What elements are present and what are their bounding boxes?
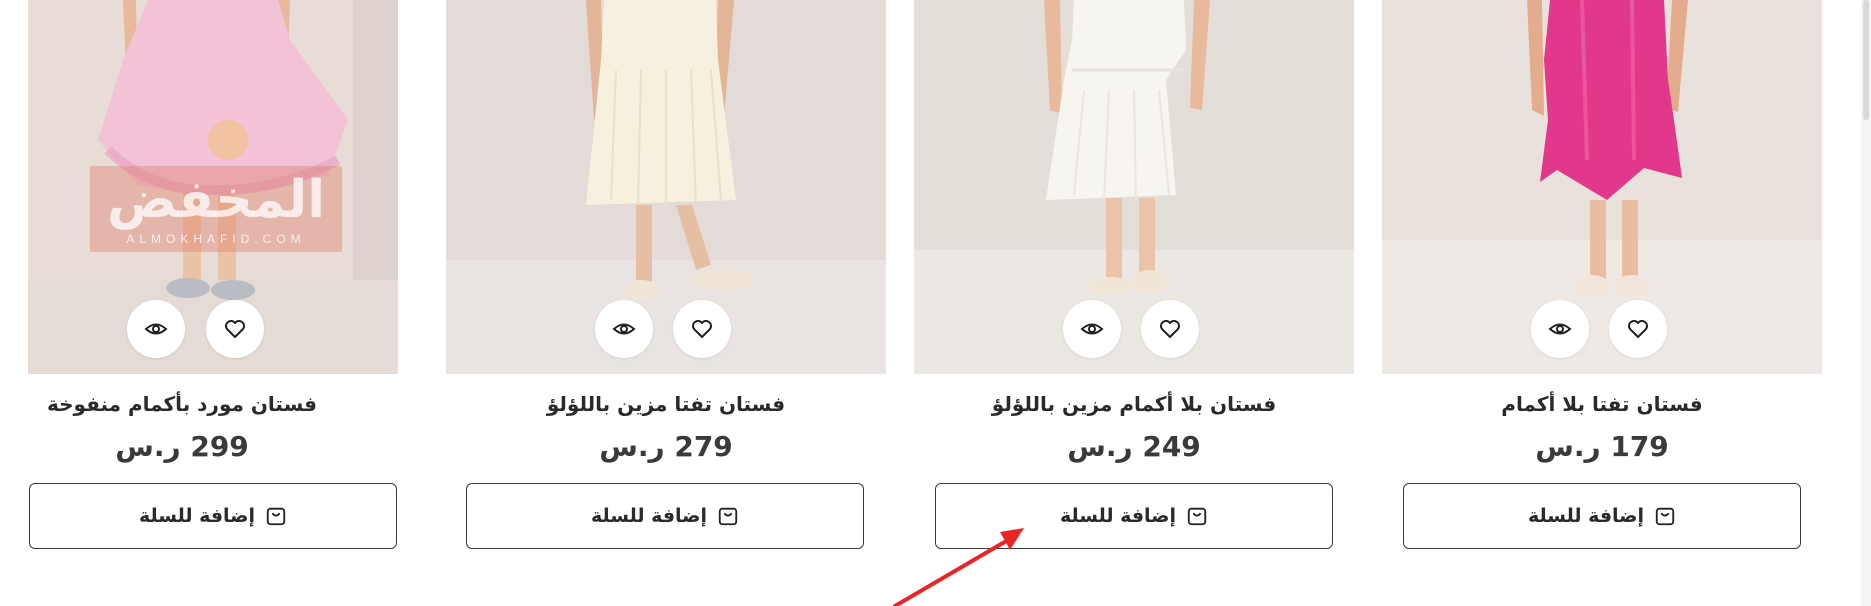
eye-icon bbox=[1080, 323, 1104, 335]
add-to-cart-label: إضافة للسلة bbox=[1059, 505, 1177, 527]
add-to-cart-label: إضافة للسلة bbox=[590, 505, 708, 527]
bag-icon bbox=[1655, 507, 1675, 526]
product-image[interactable] bbox=[446, 0, 886, 374]
heart-icon bbox=[1160, 320, 1180, 338]
product-card: فستان تفتا مزين باللؤلؤ 279 ر.س إضافة لل… bbox=[446, 0, 886, 560]
vertical-scrollbar[interactable] bbox=[1861, 0, 1871, 606]
product-title[interactable]: فستان بلا أكمام مزين باللؤلؤ bbox=[914, 392, 1354, 416]
watermark-subtext: ALMOKHAFID.COM bbox=[126, 232, 306, 246]
bag-icon bbox=[1187, 507, 1207, 526]
bag-icon bbox=[718, 507, 738, 526]
product-price: 299 ر.س bbox=[115, 430, 249, 463]
bag-icon bbox=[266, 507, 286, 526]
product-image[interactable] bbox=[914, 0, 1354, 374]
wishlist-button[interactable] bbox=[673, 300, 731, 358]
add-to-cart-button[interactable]: إضافة للسلة bbox=[29, 483, 397, 549]
eye-icon bbox=[144, 323, 168, 335]
wishlist-button[interactable] bbox=[1141, 300, 1199, 358]
wishlist-button[interactable] bbox=[1609, 300, 1667, 358]
heart-icon bbox=[225, 320, 245, 338]
quick-view-button[interactable] bbox=[1531, 300, 1589, 358]
product-grid: المخفض ALMOKHAFID.COM فستان مورد بأكمام … bbox=[0, 0, 1871, 606]
product-title[interactable]: فستان مورد بأكمام منفوخة bbox=[0, 392, 367, 416]
eye-icon bbox=[1548, 323, 1572, 335]
add-to-cart-button[interactable]: إضافة للسلة bbox=[1403, 483, 1801, 549]
heart-icon bbox=[692, 320, 712, 338]
watermark-text: المخفض bbox=[106, 170, 326, 230]
eye-icon bbox=[612, 323, 636, 335]
product-title[interactable]: فستان تفتا بلا أكمام bbox=[1382, 392, 1822, 416]
quick-view-button[interactable] bbox=[595, 300, 653, 358]
product-card: المخفض ALMOKHAFID.COM فستان مورد بأكمام … bbox=[0, 0, 420, 560]
quick-view-button[interactable] bbox=[1063, 300, 1121, 358]
add-to-cart-button[interactable]: إضافة للسلة bbox=[935, 483, 1333, 549]
product-card: فستان بلا أكمام مزين باللؤلؤ 249 ر.س إضا… bbox=[914, 0, 1354, 560]
add-to-cart-button[interactable]: إضافة للسلة bbox=[466, 483, 864, 549]
product-price: 249 ر.س bbox=[1067, 430, 1201, 463]
watermark-logo: المخفض ALMOKHAFID.COM bbox=[90, 166, 342, 252]
product-price: 179 ر.س bbox=[1535, 430, 1669, 463]
product-title[interactable]: فستان تفتا مزين باللؤلؤ bbox=[446, 392, 886, 416]
heart-icon bbox=[1628, 320, 1648, 338]
product-card: فستان تفتا بلا أكمام 179 ر.س إضافة للسلة bbox=[1382, 0, 1822, 560]
product-image[interactable] bbox=[1382, 0, 1822, 374]
add-to-cart-label: إضافة للسلة bbox=[1527, 505, 1645, 527]
quick-view-button[interactable] bbox=[127, 300, 185, 358]
add-to-cart-label: إضافة للسلة bbox=[138, 505, 256, 527]
wishlist-button[interactable] bbox=[206, 300, 264, 358]
product-price: 279 ر.س bbox=[599, 430, 733, 463]
scrollbar-thumb[interactable] bbox=[1863, 0, 1869, 120]
